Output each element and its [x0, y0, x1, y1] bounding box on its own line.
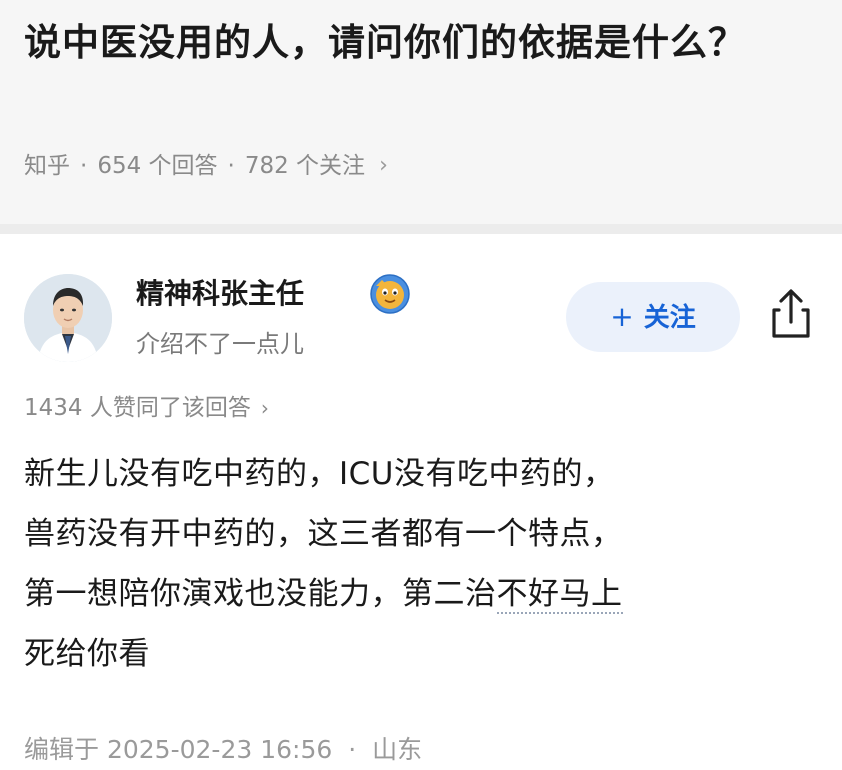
question-title[interactable]: 说中医没用的人，请问你们的依据是什么？ — [24, 10, 824, 76]
chevron-right-icon: › — [379, 153, 388, 178]
edit-prefix: 编辑于 — [24, 735, 100, 764]
doctor-avatar-icon — [24, 274, 112, 362]
followers-count: 782 个关注 — [244, 153, 366, 179]
meta-separator: · — [227, 153, 235, 179]
section-divider — [0, 224, 842, 234]
meta-separator: · — [348, 735, 357, 764]
answers-count: 654 个回答 — [97, 153, 218, 179]
answer-content[interactable]: 新生儿没有吃中药的，ICU没有吃中药的， 兽药没有开中药的，这三者都有一个特点，… — [24, 444, 824, 684]
content-line: 兽药没有开中药的，这三者都有一个特点， — [24, 516, 623, 552]
follow-button-label: 关注 — [643, 303, 696, 333]
votes-text: 1434 人赞同了该回答 — [24, 395, 251, 421]
question-meta[interactable]: 知乎 · 654 个回答 · 782 个关注 › — [24, 148, 388, 184]
chevron-right-icon: › — [260, 396, 269, 420]
plus-icon: + — [610, 300, 634, 333]
votes-summary[interactable]: 1434 人赞同了该回答 › — [24, 390, 269, 426]
meta-separator: · — [80, 153, 88, 179]
author-intro: 介绍不了一点儿 — [136, 330, 304, 358]
follow-button[interactable]: + 关注 — [566, 282, 740, 352]
answer-card: 精神科张主任 介绍不了一点儿 + 关注 1434 人赞同了该回答 › 新生儿没有吃… — [0, 234, 842, 770]
edit-datetime: 2025-02-23 16:56 — [106, 735, 333, 764]
content-line: 新生儿没有吃中药的，ICU没有吃中药的， — [24, 456, 615, 492]
verified-badge-icon — [368, 272, 412, 316]
content-line: 死给你看 — [24, 636, 150, 672]
author-name[interactable]: 精神科张主任 — [136, 274, 304, 314]
content-line: 第一想陪你演戏也没能力，第二治不好马上 — [24, 564, 824, 624]
author-avatar[interactable] — [24, 274, 112, 362]
edit-info: 编辑于 2025-02-23 16:56 · 山东 — [24, 730, 422, 770]
share-icon[interactable] — [766, 286, 816, 342]
source-label: 知乎 — [24, 153, 70, 179]
question-header: 说中医没用的人，请问你们的依据是什么？ 知乎 · 654 个回答 · 782 个… — [0, 0, 842, 224]
edit-location: 山东 — [372, 735, 423, 764]
content-line-text: 第一想陪你演戏也没能力，第二治 — [24, 576, 497, 612]
highlighted-term[interactable]: 不好马上 — [496, 576, 623, 614]
